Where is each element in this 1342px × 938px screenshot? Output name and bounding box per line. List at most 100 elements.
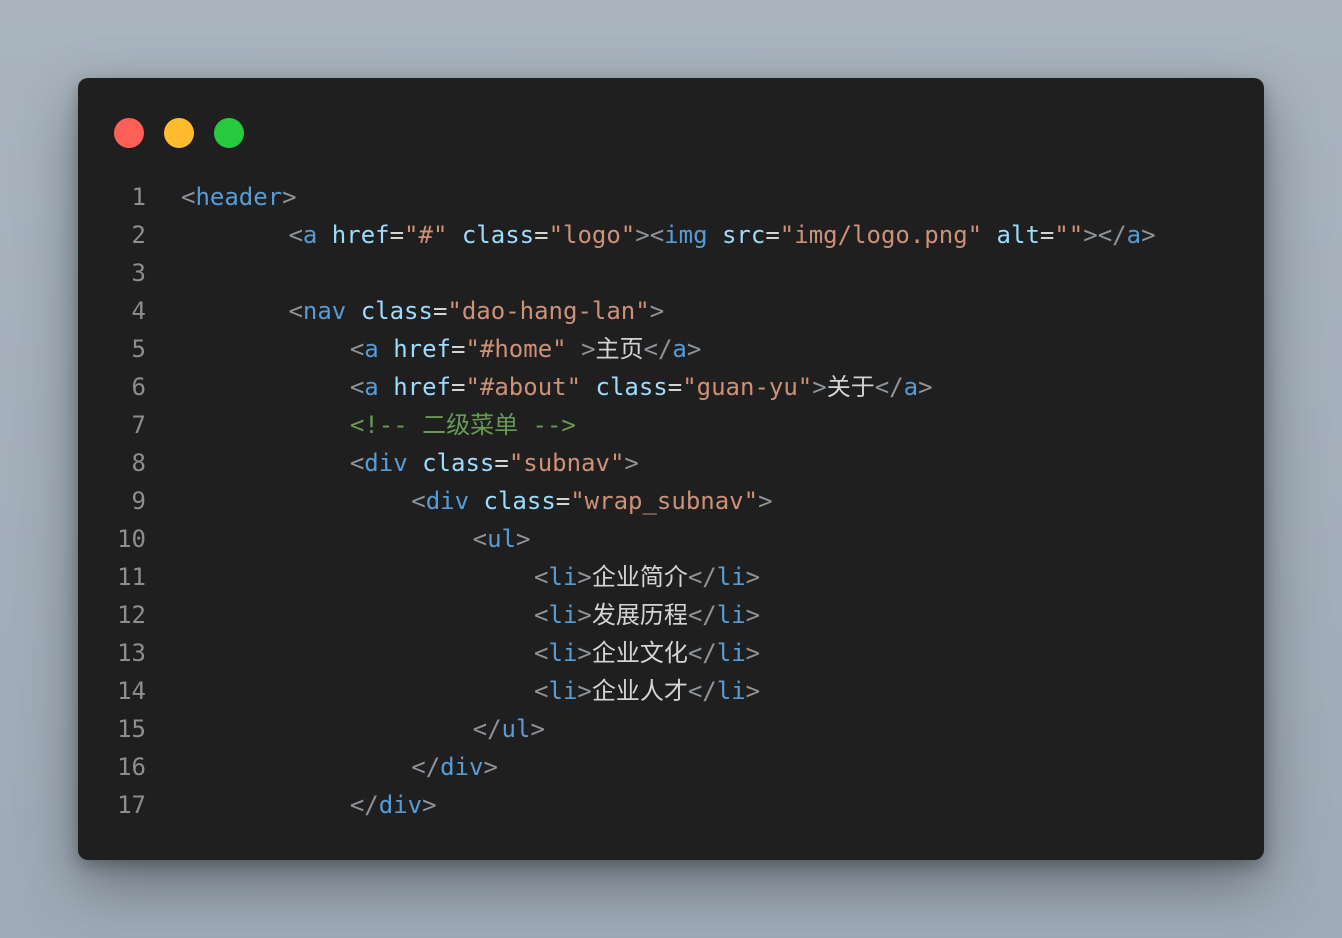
code-token-bracket: </ (472, 715, 502, 743)
code-token-bracket: </ (349, 791, 379, 819)
code-token-text: = (1039, 221, 1055, 249)
code-token-bracket: > (918, 373, 933, 401)
code-token-bracket: > (422, 791, 437, 819)
line-code: <li>企业人才</li> (181, 672, 760, 710)
code-token-bracket: > (624, 449, 639, 477)
code-token-bracket: < (181, 183, 196, 211)
code-token-tag: li (548, 677, 578, 705)
code-token-string: "#" (404, 221, 448, 249)
line-number: 2 (131, 221, 146, 249)
code-token-text: = (555, 487, 571, 515)
code-token-tag: li (716, 677, 746, 705)
code-token-string: "wrap_subnav" (570, 487, 759, 515)
code-token-tag: header (195, 183, 283, 211)
code-token-bracket: > (1141, 221, 1156, 249)
code-token-tag: li (716, 639, 746, 667)
code-token-string: "#home" (465, 335, 567, 363)
code-token-tag: div (440, 753, 484, 781)
code-token-string: "" (1054, 221, 1084, 249)
line-number: 6 (131, 373, 146, 401)
code-token-tag: li (548, 639, 578, 667)
line-number: 12 (117, 601, 146, 629)
code-token-bracket: > (758, 487, 773, 515)
code-token-bracket: </ (411, 753, 441, 781)
code-token-tag: img (664, 221, 708, 249)
code-token-text: = (451, 335, 466, 363)
code-token-string: "subnav" (508, 449, 625, 477)
line-code: <div class="subnav"> (181, 444, 639, 482)
code-token-bracket: </ (687, 639, 717, 667)
code-token-bracket: < (349, 335, 365, 363)
code-line: 7 <!-- 二级菜单 --> (78, 406, 1264, 444)
code-line: 15 </ul> (78, 710, 1264, 748)
code-token-tag: nav (302, 297, 347, 325)
code-token-tag: a (672, 335, 687, 363)
code-token-tag: a (1126, 221, 1142, 249)
line-code: <nav class="dao-hang-lan"> (181, 292, 664, 330)
code-line: 17 </div> (78, 786, 1264, 824)
line-number: 5 (131, 335, 146, 363)
code-token-tag: a (903, 373, 919, 401)
code-block: 1 <header> 2 <a href="#" class="logo"><img … (78, 178, 1264, 824)
line-code: <ul> (181, 520, 531, 558)
line-code: <a href="#home" >主页</a> (181, 330, 701, 368)
code-token-attr: href (393, 373, 451, 401)
code-token-tag: a (302, 221, 318, 249)
code-token-bracket: > (516, 525, 531, 553)
code-token-bracket: > (581, 335, 596, 363)
code-token-comment: <!-- 二级菜单 --> (349, 411, 576, 439)
code-token-string: "img/logo.png" (779, 221, 983, 249)
code-token-text: = (765, 221, 780, 249)
code-token-bracket: > (577, 677, 592, 705)
code-token-text: = (432, 297, 448, 325)
code-token-bracket: < (534, 563, 549, 591)
code-line: 8 <div class="subnav"> (78, 444, 1264, 482)
code-token-bracket: > (812, 373, 827, 401)
code-line: 2 <a href="#" class="logo"><img src="img/… (78, 216, 1264, 254)
code-token-bracket: > (745, 563, 761, 591)
code-token-tag: div (425, 487, 470, 515)
code-token-bracket: < (411, 487, 426, 515)
code-token-bracket: </ (874, 373, 904, 401)
code-line: 3 (78, 254, 1264, 292)
code-token-bracket: > (577, 601, 592, 629)
code-token-attr: href (331, 221, 390, 249)
code-token-attr: class (360, 297, 433, 325)
code-token-bracket: > (686, 335, 702, 363)
code-token-bracket: < (534, 639, 549, 667)
code-token-bracket: > (745, 677, 761, 705)
line-code: <li>企业简介</li> (181, 558, 760, 596)
code-token-bracket: < (349, 449, 365, 477)
code-line: 10 <ul> (78, 520, 1264, 558)
code-token-text: 关于 (826, 373, 875, 401)
close-button[interactable] (114, 118, 144, 148)
code-token-tag: ul (501, 715, 531, 743)
code-token-attr: href (393, 335, 451, 363)
code-token-bracket: < (534, 677, 549, 705)
code-token-bracket: < (288, 297, 303, 325)
line-code: </div> (181, 786, 437, 824)
line-number: 16 (117, 753, 146, 781)
code-token-tag: a (364, 373, 379, 401)
code-token-text: 主页 (595, 335, 644, 363)
line-number: 9 (131, 487, 146, 515)
minimize-button[interactable] (164, 118, 194, 148)
line-code: <a href="#about" class="guan-yu">关于</a> (181, 368, 933, 406)
code-token-string: "guan-yu" (682, 373, 813, 401)
code-token-text: = (389, 221, 405, 249)
line-code: <li>发展历程</li> (181, 596, 760, 634)
code-token-bracket: </ (687, 677, 717, 705)
code-token-bracket: > (745, 601, 761, 629)
code-token-text: = (494, 449, 509, 477)
code-token-tag: a (364, 335, 379, 363)
maximize-button[interactable] (214, 118, 244, 148)
code-line: 1 <header> (78, 178, 1264, 216)
line-number: 17 (117, 791, 146, 819)
code-token-bracket: < (349, 373, 365, 401)
code-token-bracket: </ (687, 601, 717, 629)
